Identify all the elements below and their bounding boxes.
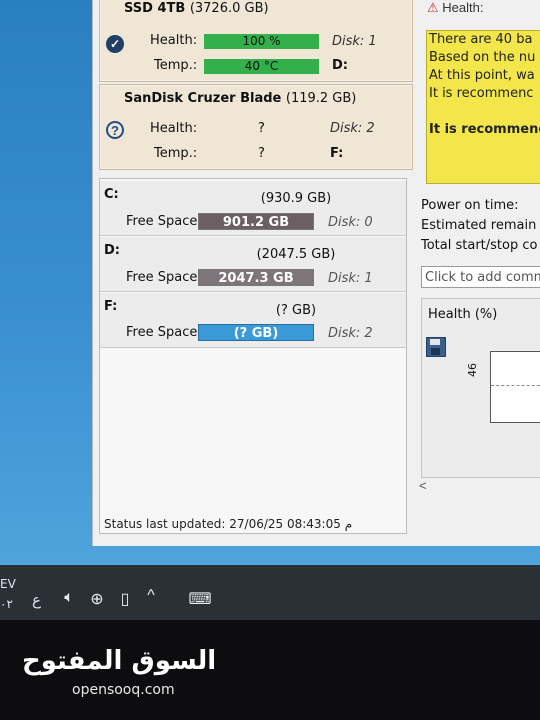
drive-letter: F:: [330, 146, 344, 161]
power-on-time: Power on time:: [421, 198, 519, 213]
warning-line: It is recommenc: [429, 86, 534, 101]
health-plot: [490, 351, 540, 423]
left-column: SSD 4TB (3726.0 GB) ✓ Health: 100 % Disk…: [93, 0, 415, 546]
temp-bar: 40 °C: [204, 59, 319, 74]
chevron-up-icon[interactable]: ^: [140, 587, 162, 605]
comment-field[interactable]: Click to add comm: [421, 266, 540, 288]
watermark-arabic: السوق المفتوح: [22, 646, 217, 676]
disk-title: SSD 4TB (3726.0 GB): [124, 1, 269, 16]
question-circle-icon: ?: [106, 121, 124, 139]
disk-capacity: (119.2 GB): [285, 91, 357, 106]
warning-line: At this point, wa: [429, 68, 535, 83]
disk-capacity: (3726.0 GB): [189, 1, 269, 16]
lang-indicator-top[interactable]: EV: [0, 577, 16, 591]
watermark-latin: opensooq.com: [72, 682, 175, 698]
right-column: ⚠ Health: There are 40 ba Based on the n…: [415, 0, 540, 546]
health-header-text: Health:: [442, 0, 484, 15]
drive-letter: D:: [332, 58, 348, 73]
lang-indicator-bottom[interactable]: ٠٢: [0, 597, 13, 611]
health-chart-panel: Health (%) 46: [421, 298, 540, 478]
temp-label: Temp.:: [154, 146, 198, 161]
health-label: Health:: [150, 121, 198, 136]
free-space-bar: 901.2 GB: [198, 213, 314, 230]
speaker-icon[interactable]: 🔈︎: [58, 589, 80, 607]
disk-number: Disk: 2: [330, 121, 375, 136]
estimated-remaining: Estimated remain: [421, 218, 537, 233]
volume-size: (2047.5 GB): [256, 247, 336, 262]
ime-indicator[interactable]: ع: [32, 591, 41, 609]
volume-size: (? GB): [275, 303, 317, 318]
status-last-updated: Status last updated: 27/06/25 08:43:05 م: [104, 517, 353, 531]
volume-d[interactable]: D: (2047.5 GB) Free Space 2047.3 GB Disk…: [100, 237, 406, 292]
volume-c[interactable]: C: (930.9 GB) Free Space 901.2 GB Disk: …: [100, 181, 406, 236]
health-value: ?: [258, 121, 265, 136]
health-label: Health:: [150, 33, 198, 48]
disk-title: SanDisk Cruzer Blade (119.2 GB): [124, 91, 356, 106]
battery-icon[interactable]: ▯: [114, 589, 136, 609]
disk-name: SSD 4TB: [124, 1, 186, 16]
warning-line: It is recommenc: [429, 122, 540, 137]
free-space-label: Free Space: [126, 270, 198, 285]
scroll-left-arrow[interactable]: <: [419, 478, 427, 493]
globe-icon[interactable]: ⊕: [86, 589, 108, 609]
warning-icon: ⚠: [427, 0, 439, 15]
health-bar: 100 %: [204, 34, 319, 49]
save-icon[interactable]: [426, 337, 446, 357]
volume-disk: Disk: 0: [328, 215, 373, 230]
temp-value: ?: [258, 146, 265, 161]
volume-disk: Disk: 1: [328, 271, 373, 286]
volume-list: C: (930.9 GB) Free Space 901.2 GB Disk: …: [99, 178, 407, 534]
disk-number: Disk: 1: [332, 34, 377, 49]
volume-size: (930.9 GB): [260, 191, 332, 206]
volume-disk: Disk: 2: [328, 326, 373, 341]
warning-line: Based on the nu: [429, 50, 536, 65]
health-warning-box: There are 40 ba Based on the nu At this …: [426, 30, 540, 184]
free-space-label: Free Space: [126, 325, 198, 340]
total-start-stop: Total start/stop co: [421, 238, 538, 253]
hdsentinel-window: SSD 4TB (3726.0 GB) ✓ Health: 100 % Disk…: [92, 0, 540, 546]
disk-panel-sandisk[interactable]: SanDisk Cruzer Blade (119.2 GB) ? Health…: [99, 84, 413, 170]
keyboard-icon[interactable]: ⌨︎: [186, 589, 214, 609]
warning-line: There are 40 ba: [429, 32, 533, 47]
chart-title: Health (%): [428, 307, 498, 322]
warning-line: [427, 103, 540, 121]
check-circle-icon: ✓: [106, 35, 124, 53]
taskbar: EV ٠٢ ع 🔈︎ ⊕ ▯ ^ ⌨︎: [0, 565, 540, 620]
disk-panel-ssd[interactable]: SSD 4TB (3726.0 GB) ✓ Health: 100 % Disk…: [99, 0, 413, 82]
volume-letter: F:: [104, 299, 118, 314]
free-space-bar: 2047.3 GB: [198, 269, 314, 286]
volume-letter: C:: [104, 187, 119, 202]
volume-f[interactable]: F: (? GB) Free Space (? GB) Disk: 2: [100, 293, 406, 348]
plot-line: [491, 385, 540, 386]
health-header: ⚠ Health:: [427, 0, 483, 16]
volume-letter: D:: [104, 243, 120, 258]
disk-name: SanDisk Cruzer Blade: [124, 91, 282, 106]
free-space-label: Free Space: [126, 214, 198, 229]
y-axis-value: 46: [466, 363, 479, 377]
temp-label: Temp.:: [154, 58, 198, 73]
free-space-bar: (? GB): [198, 324, 314, 341]
